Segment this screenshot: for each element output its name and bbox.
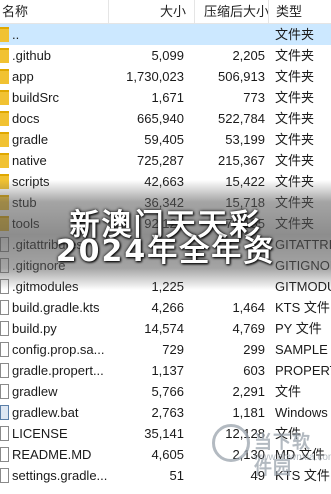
file-compressed-size: 53,199: [225, 132, 265, 147]
file-row[interactable]: native 725,287 215,367 文件夹: [0, 150, 331, 171]
file-row[interactable]: .. 文件夹: [0, 24, 331, 45]
file-compressed-size: 1,464: [232, 300, 265, 315]
file-size: 2,763: [151, 405, 184, 420]
file-row[interactable]: gradlew 5,766 2,291 文件: [0, 381, 331, 402]
file-row[interactable]: .github 5,099 2,205 文件夹: [0, 45, 331, 66]
watermark-logo-icon: [212, 424, 250, 462]
file-size: 59,405: [144, 132, 184, 147]
file-size: 51: [169, 468, 184, 483]
file-row[interactable]: app 1,730,023 506,913 文件夹: [0, 66, 331, 87]
file-type: 文件夹: [275, 27, 315, 42]
file-name: README.MD: [12, 447, 92, 462]
file-name: ..: [12, 27, 20, 42]
file-size: 729: [162, 342, 184, 357]
file-size: 665,940: [137, 111, 184, 126]
folder-icon: [0, 48, 9, 63]
header-separator[interactable]: [108, 0, 109, 24]
file-row[interactable]: buildSrc 1,671 773 文件夹: [0, 87, 331, 108]
file-row[interactable]: gradlew.bat 2,763 1,181 Windows: [0, 402, 331, 423]
file-row[interactable]: config.prop.sa... 729 299 SAMPLE 文: [0, 339, 331, 360]
file-icon: [0, 300, 9, 315]
file-type: PY 文件: [275, 321, 322, 336]
file-name: gradle: [12, 132, 49, 147]
folder-icon: [0, 27, 9, 42]
file-type: 文件夹: [275, 69, 315, 84]
file-name: .github: [12, 48, 52, 63]
file-type: PROPERT: [275, 363, 331, 378]
file-type: 文件夹: [275, 132, 315, 147]
file-name: LICENSE: [12, 426, 68, 441]
column-header: 名称 大小 压缩后大小 类型: [0, 0, 331, 24]
header-type[interactable]: 类型: [276, 0, 302, 24]
folder-icon: [0, 153, 9, 168]
folder-icon: [0, 111, 9, 126]
header-name[interactable]: 名称: [2, 0, 28, 24]
file-compressed-size: 522,784: [218, 111, 265, 126]
file-size: 1,730,023: [126, 69, 184, 84]
file-row[interactable]: gradle.propert... 1,137 603 PROPERT: [0, 360, 331, 381]
file-name: gradlew: [12, 384, 58, 399]
file-name: build.py: [12, 321, 57, 336]
file-icon: [0, 363, 9, 378]
file-name: gradlew.bat: [12, 405, 79, 420]
file-compressed-size: 2,291: [232, 384, 265, 399]
file-icon: [0, 384, 9, 399]
file-size: 14,574: [144, 321, 184, 336]
header-size[interactable]: 大小: [160, 0, 186, 24]
file-row[interactable]: build.gradle.kts 4,266 1,464 KTS 文件: [0, 297, 331, 318]
file-row[interactable]: gradle 59,405 53,199 文件夹: [0, 129, 331, 150]
file-size: 1,671: [151, 90, 184, 105]
file-name: app: [12, 69, 34, 84]
watermark-subtitle: www.downxia.com: [254, 452, 331, 463]
file-type: 文件夹: [275, 48, 315, 63]
file-type: 文件: [275, 384, 302, 399]
file-compressed-size: 215,367: [218, 153, 265, 168]
file-size: 725,287: [137, 153, 184, 168]
file-name: buildSrc: [12, 90, 59, 105]
file-compressed-size: 773: [243, 90, 265, 105]
file-size: 4,266: [151, 300, 184, 315]
file-name: docs: [12, 111, 40, 126]
header-compressed-size[interactable]: 压缩后大小: [204, 0, 269, 24]
file-type: 文件夹: [275, 111, 315, 126]
file-icon: [0, 342, 9, 357]
file-name: settings.gradle...: [12, 468, 108, 483]
file-name: build.gradle.kts: [12, 300, 100, 315]
file-type: 文件夹: [275, 153, 315, 168]
file-icon: [0, 405, 9, 420]
header-separator[interactable]: [268, 0, 269, 24]
watermark: 当下软件园 www.downxia.com: [212, 422, 331, 482]
folder-icon: [0, 69, 9, 84]
folder-icon: [0, 132, 9, 147]
file-compressed-size: 2,205: [232, 48, 265, 63]
file-row[interactable]: docs 665,940 522,784 文件夹: [0, 108, 331, 129]
folder-icon: [0, 90, 9, 105]
file-icon: [0, 468, 9, 483]
overlay-text-line2: 2024年全年资: [55, 234, 276, 269]
file-size: 1,137: [151, 363, 184, 378]
file-name: gradle.propert...: [12, 363, 104, 378]
file-type: Windows: [275, 405, 328, 420]
file-size: 5,766: [151, 384, 184, 399]
file-compressed-size: 4,769: [232, 321, 265, 336]
file-compressed-size: 299: [243, 342, 265, 357]
file-icon: [0, 447, 9, 462]
file-name: native: [12, 153, 47, 168]
file-type: KTS 文件: [275, 300, 330, 315]
file-size: 5,099: [151, 48, 184, 63]
file-row[interactable]: build.py 14,574 4,769 PY 文件: [0, 318, 331, 339]
file-icon: [0, 321, 9, 336]
header-separator[interactable]: [194, 0, 195, 24]
file-name: config.prop.sa...: [12, 342, 105, 357]
file-size: 35,141: [144, 426, 184, 441]
file-compressed-size: 1,181: [232, 405, 265, 420]
file-compressed-size: 603: [243, 363, 265, 378]
file-icon: [0, 426, 9, 441]
file-size: 4,605: [151, 447, 184, 462]
file-type: 文件夹: [275, 90, 315, 105]
file-type: SAMPLE 文: [275, 342, 331, 357]
file-compressed-size: 506,913: [218, 69, 265, 84]
